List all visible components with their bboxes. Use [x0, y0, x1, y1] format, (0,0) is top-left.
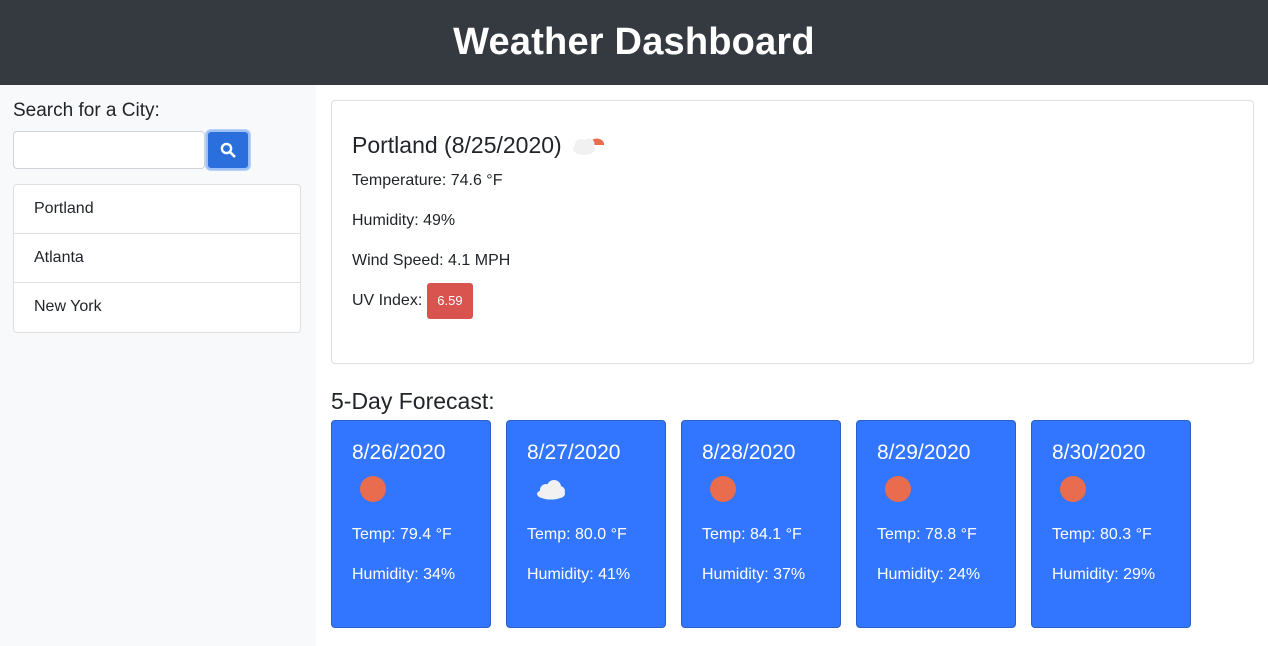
forecast-card: 8/29/2020 Temp: 78.8 °F Humidity: 24%	[856, 420, 1016, 628]
page-title: Weather Dashboard	[453, 21, 815, 63]
city-item-new-york[interactable]: New York	[14, 283, 300, 332]
sidebar: Search for a City: Portland Atlanta New …	[0, 85, 316, 646]
sun-icon	[710, 476, 736, 502]
partly-cloudy-sun-icon	[570, 129, 606, 162]
sun-icon	[885, 476, 911, 502]
forecast-humidity: Humidity: 37%	[702, 566, 806, 583]
main-content: Portland (8/25/2020) Temperature: 74.6 °…	[316, 85, 1268, 646]
forecast-card: 8/26/2020 Temp: 79.4 °F Humidity: 34%	[331, 420, 491, 628]
forecast-title: 5-Day Forecast:	[331, 388, 495, 414]
forecast-date: 8/28/2020	[702, 441, 796, 464]
search-button[interactable]	[206, 130, 250, 170]
city-item-atlanta[interactable]: Atlanta	[14, 234, 300, 283]
city-search-input[interactable]	[13, 131, 205, 169]
forecast-temp: Temp: 78.8 °F	[877, 526, 977, 543]
search-row	[13, 130, 301, 170]
search-label: Search for a City:	[13, 100, 160, 121]
forecast-card: 8/28/2020 Temp: 84.1 °F Humidity: 37%	[681, 420, 841, 628]
forecast-date: 8/27/2020	[527, 441, 621, 464]
forecast-date: 8/26/2020	[352, 441, 446, 464]
uv-index-badge: 6.59	[427, 283, 473, 319]
forecast-humidity: Humidity: 41%	[527, 566, 631, 583]
city-history-list: Portland Atlanta New York	[13, 184, 301, 333]
current-weather-card: Portland (8/25/2020) Temperature: 74.6 °…	[331, 100, 1254, 364]
forecast-temp: Temp: 79.4 °F	[352, 526, 452, 543]
forecast-date: 8/30/2020	[1052, 441, 1146, 464]
forecast-date: 8/29/2020	[877, 441, 971, 464]
forecast-temp: Temp: 84.1 °F	[702, 526, 802, 543]
current-wind-speed: Wind Speed: 4.1 MPH	[352, 252, 511, 269]
forecast-row: 8/26/2020 Temp: 79.4 °F Humidity: 34% 8/…	[331, 420, 1254, 628]
dashboard-layout: Search for a City: Portland Atlanta New …	[0, 85, 1268, 646]
forecast-card: 8/30/2020 Temp: 80.3 °F Humidity: 29%	[1031, 420, 1191, 628]
forecast-humidity: Humidity: 34%	[352, 566, 456, 583]
app-header: Weather Dashboard	[0, 0, 1268, 85]
forecast-temp: Temp: 80.0 °F	[527, 526, 627, 543]
current-humidity: Humidity: 49%	[352, 212, 456, 229]
uv-index-row: UV Index: 6.59	[352, 281, 1233, 321]
forecast-temp: Temp: 80.3 °F	[1052, 526, 1152, 543]
forecast-humidity: Humidity: 29%	[1052, 566, 1156, 583]
forecast-humidity: Humidity: 24%	[877, 566, 981, 583]
cloud-icon	[537, 480, 565, 500]
current-city-date: Portland (8/25/2020)	[352, 131, 562, 158]
search-icon	[220, 142, 236, 158]
sun-icon	[1060, 476, 1086, 502]
current-temperature: Temperature: 74.6 °F	[352, 172, 503, 189]
uv-index-label: UV Index:	[352, 292, 423, 309]
city-item-portland[interactable]: Portland	[14, 185, 300, 234]
sun-icon	[360, 476, 386, 502]
current-weather-header: Portland (8/25/2020)	[352, 129, 1233, 161]
forecast-card: 8/27/2020 Temp: 80.0 °F Humidity: 41%	[506, 420, 666, 628]
